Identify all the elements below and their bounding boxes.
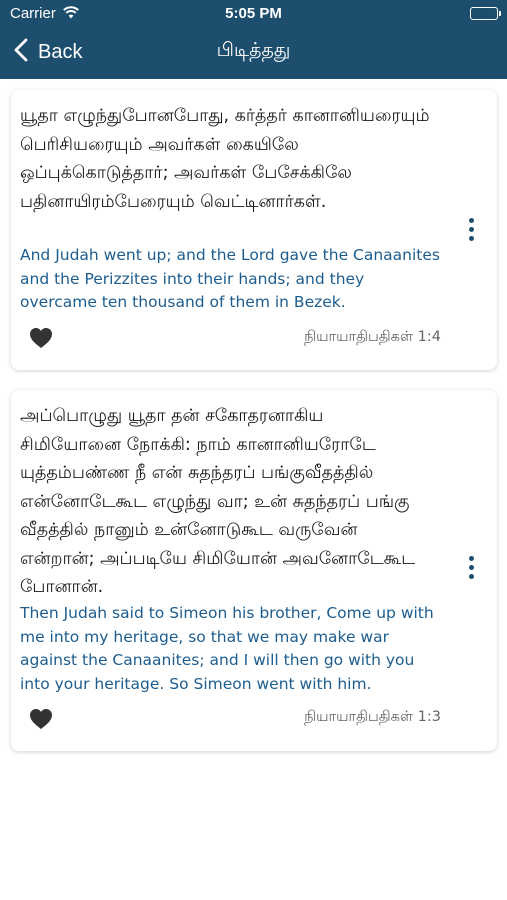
more-options-icon[interactable]	[467, 556, 475, 579]
verse-english-text: Then Judah said to Simeon his brother, C…	[20, 604, 434, 693]
verse-english-text: And Judah went up; and the Lord gave the…	[20, 246, 440, 311]
favorite-verse-card[interactable]: அப்பொழுது யூதா தன் சகோதரனாகிய சிமியோனை ந…	[11, 390, 497, 751]
battery-icon	[470, 7, 501, 20]
verse-reference: நியாயாதிபதிகள் 1:3	[304, 709, 441, 725]
favorite-verse-card[interactable]: யூதா எழுந்துபோனபோது, கர்த்தர் கானானியரைய…	[11, 90, 497, 370]
verse-tamil-text: யூதா எழுந்துபோனபோது, கர்த்தர் கானானியரைய…	[20, 106, 430, 212]
navigation-bar: Carrier 5:05 PM Back பிடித்தது	[0, 0, 507, 79]
verse-tamil-text: அப்பொழுது யூதா தன் சகோதரனாகிய சிமியோனை ந…	[20, 406, 416, 597]
verse-reference: நியாயாதிபதிகள் 1:4	[304, 329, 441, 345]
page-title: பிடித்தது	[216, 39, 291, 61]
status-time: 5:05 PM	[225, 5, 282, 22]
heart-icon[interactable]	[29, 708, 53, 730]
status-bar: Carrier 5:05 PM	[0, 0, 507, 28]
more-options-icon[interactable]	[467, 218, 475, 241]
heart-icon[interactable]	[29, 327, 53, 349]
